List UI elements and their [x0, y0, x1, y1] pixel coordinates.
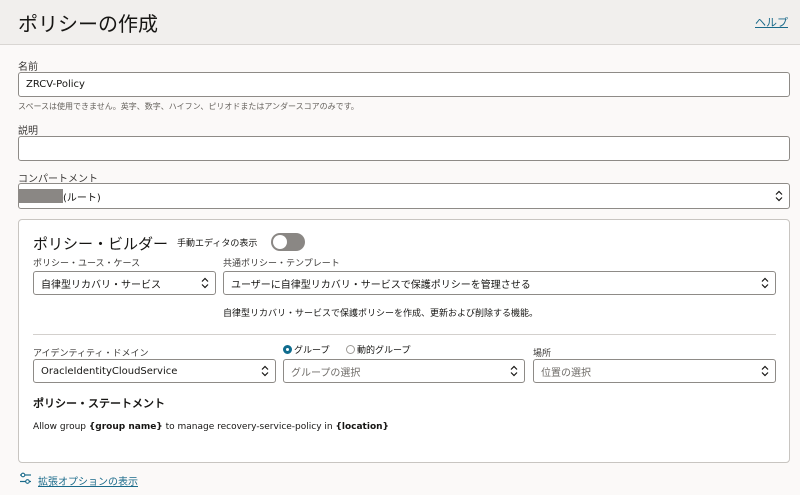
- section-divider: [33, 334, 776, 335]
- group-radio[interactable]: [283, 345, 292, 354]
- template-label: 共通ポリシー・テンプレート: [223, 259, 340, 269]
- compartment-select[interactable]: (ルート): [18, 183, 790, 209]
- name-hint: スペースは使用できません。英字、数字、ハイフン、ピリオドまたはアンダースコアのみ…: [18, 102, 359, 111]
- up-down-chevron-icon: [261, 365, 269, 377]
- statement-location-token: {location}: [335, 422, 389, 432]
- up-down-chevron-icon: [761, 277, 769, 289]
- help-link[interactable]: ヘルプ: [755, 14, 788, 30]
- manual-editor-toggle[interactable]: [271, 233, 305, 251]
- dynamic-group-radio-label: 動的グループ: [357, 346, 411, 356]
- compartment-select-value: (ルート): [63, 192, 101, 204]
- up-down-chevron-icon: [761, 365, 769, 377]
- sliders-icon[interactable]: [19, 472, 32, 485]
- template-select-value: ユーザーに自律型リカバリ・サービスで保護ポリシーを管理させる: [231, 279, 531, 291]
- identity-domain-label: アイデンティティ・ドメイン: [33, 349, 149, 359]
- use-case-select-value: 自律型リカバリ・サービス: [41, 279, 161, 291]
- statement-group-token: {group name}: [88, 422, 163, 432]
- page-title: ポリシーの作成: [18, 12, 158, 36]
- template-description: 自律型リカバリ・サービスで保護ポリシーを作成、更新および削除する機能。: [223, 309, 539, 319]
- show-advanced-options-link[interactable]: 拡張オプションの表示: [38, 473, 138, 488]
- policy-builder-title: ポリシー・ビルダー: [33, 235, 169, 253]
- name-input[interactable]: ZRCV-Policy: [18, 72, 790, 97]
- description-label: 説明: [18, 126, 38, 137]
- description-input[interactable]: [18, 136, 790, 161]
- location-label: 場所: [533, 349, 552, 359]
- identity-domain-value: OracleIdentityCloudService: [41, 365, 178, 377]
- location-select-placeholder: 位置の選択: [541, 367, 591, 379]
- policy-statement-title: ポリシー・ステートメント: [33, 397, 165, 410]
- up-down-chevron-icon: [775, 190, 783, 202]
- location-select[interactable]: 位置の選択: [533, 359, 776, 383]
- statement-part-2: to manage recovery-service-policy in: [162, 422, 336, 432]
- name-input-value: ZRCV-Policy: [26, 79, 85, 90]
- group-select-placeholder: グループの選択: [291, 367, 361, 379]
- redacted-compartment-name: [19, 189, 63, 203]
- use-case-select[interactable]: 自律型リカバリ・サービス: [33, 271, 216, 295]
- identity-domain-select[interactable]: OracleIdentityCloudService: [33, 359, 276, 383]
- name-label: 名前: [18, 62, 38, 73]
- policy-statement-text: Allow group {group name} to manage recov…: [33, 422, 389, 432]
- use-case-label: ポリシー・ユース・ケース: [33, 259, 141, 269]
- statement-part-1: Allow group: [33, 422, 89, 432]
- toggle-knob: [273, 235, 287, 249]
- page-header: ポリシーの作成 ヘルプ: [0, 0, 800, 45]
- manual-editor-label: 手動エディタの表示: [177, 239, 258, 249]
- up-down-chevron-icon: [201, 277, 209, 289]
- group-radio-label: グループ: [294, 346, 330, 356]
- up-down-chevron-icon: [510, 365, 518, 377]
- group-select[interactable]: グループの選択: [283, 359, 525, 383]
- dynamic-group-radio[interactable]: [346, 345, 355, 354]
- template-select[interactable]: ユーザーに自律型リカバリ・サービスで保護ポリシーを管理させる: [223, 271, 776, 295]
